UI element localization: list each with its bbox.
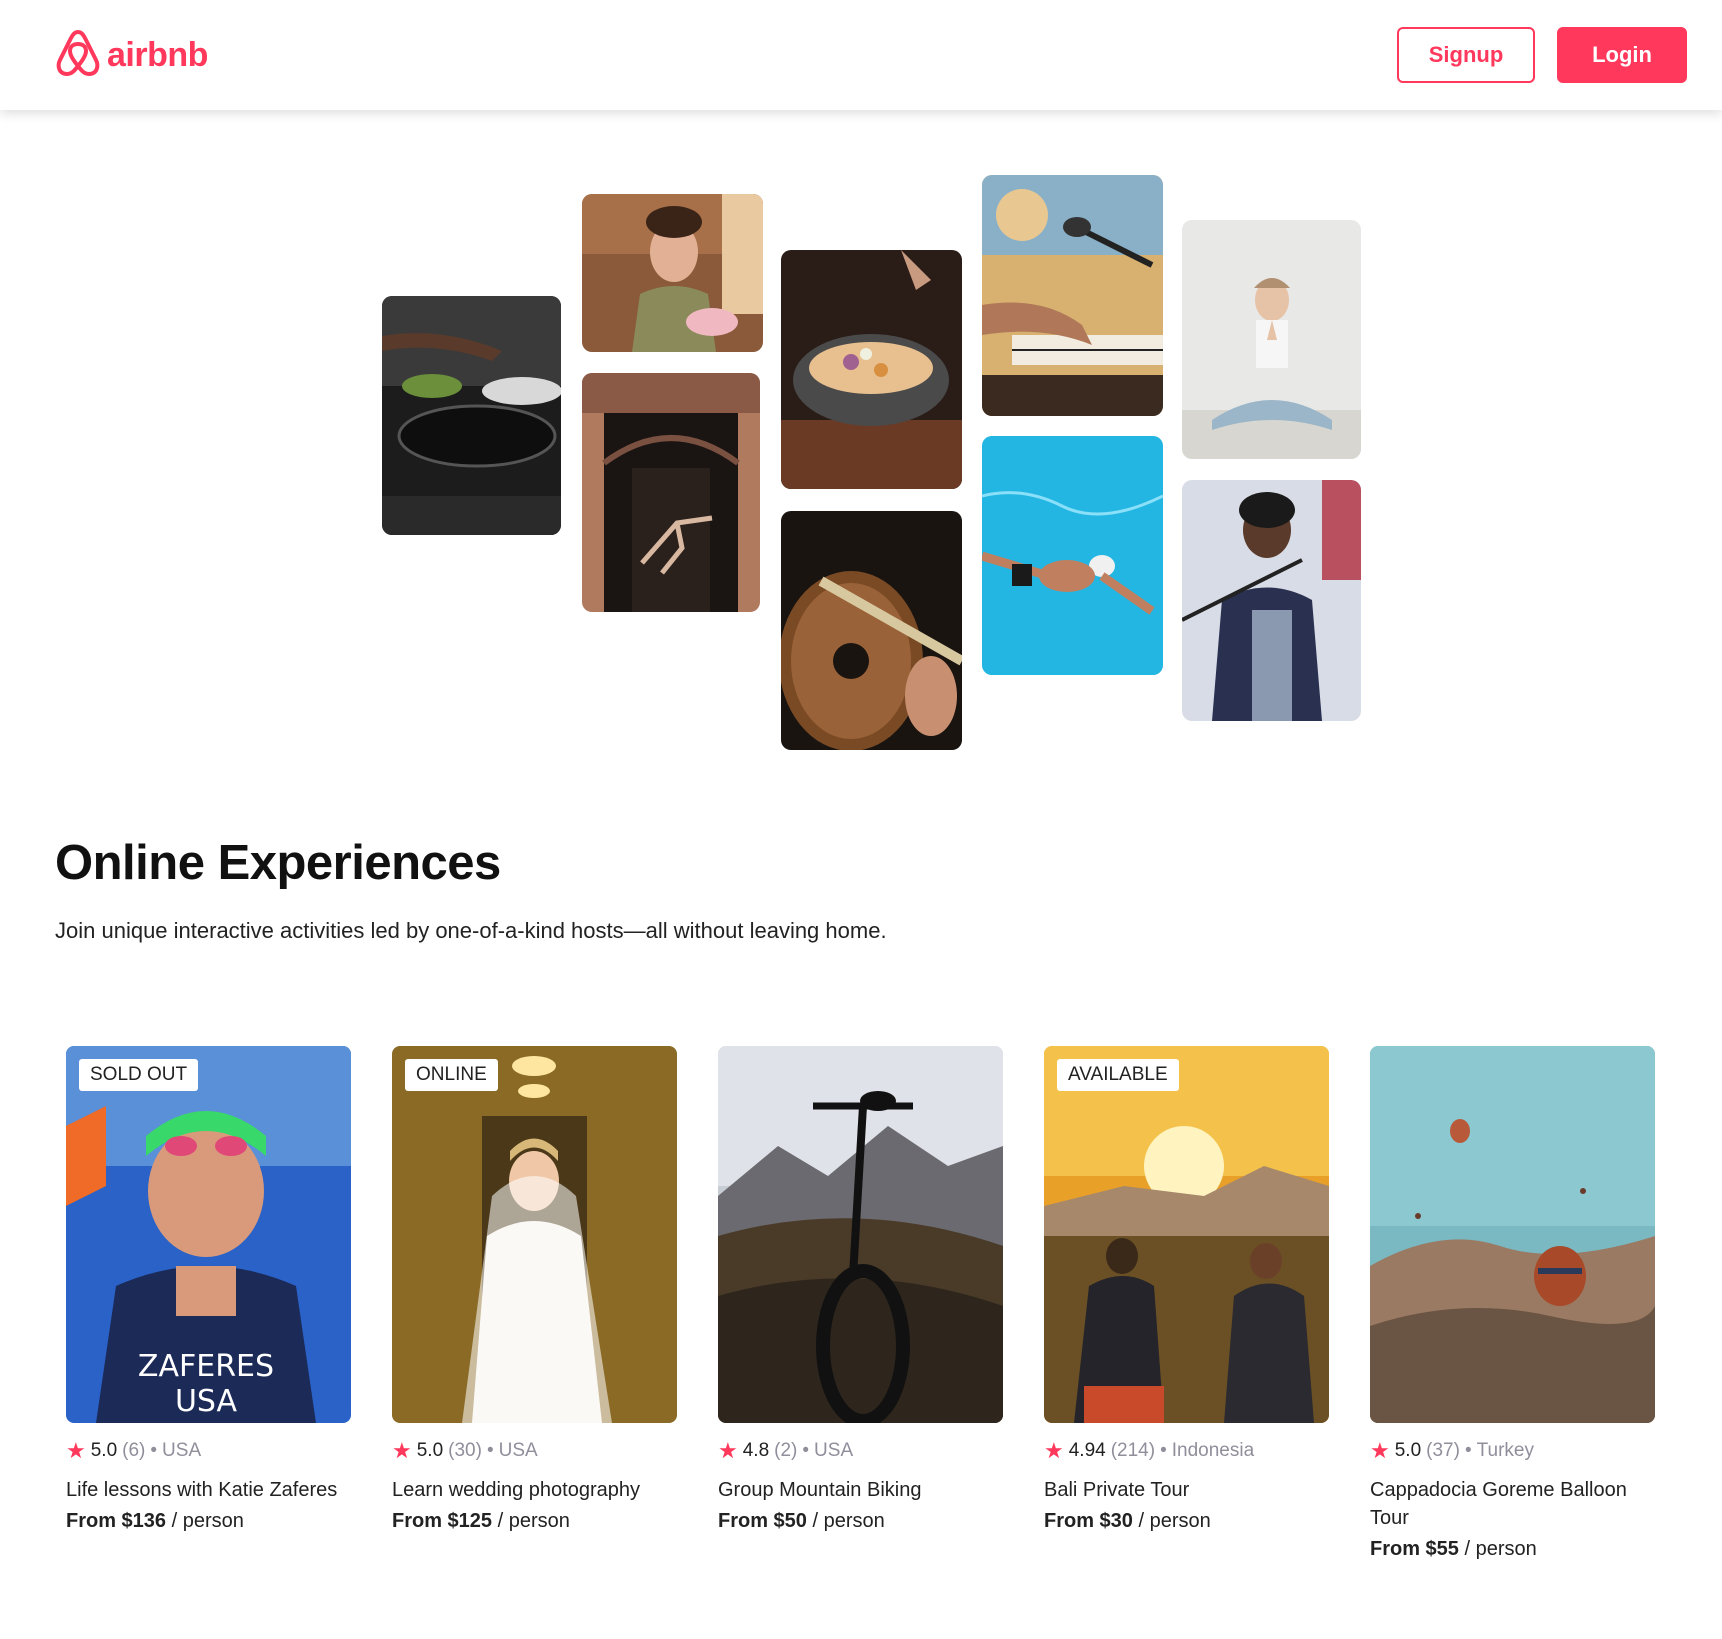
status-badge: SOLD OUT [79, 1059, 199, 1091]
bride-image [392, 1046, 677, 1423]
rating: 5.0 [416, 1440, 444, 1461]
review-count: (2) [774, 1440, 798, 1461]
star-icon: ★ [392, 1438, 412, 1463]
card-title: Cappadocia Goreme Balloon Tour [1370, 1479, 1627, 1529]
svg-text:ZAFERES: ZAFERES [138, 1349, 274, 1384]
price-unit: / person [166, 1510, 244, 1532]
location: USA [814, 1440, 854, 1461]
location: Indonesia [1171, 1440, 1255, 1461]
card-title: Group Mountain Biking [718, 1479, 922, 1501]
rating: 4.8 [742, 1440, 770, 1461]
gallery-photo-meditating [1182, 220, 1361, 459]
mountain-bike-image [718, 1046, 1003, 1423]
triathlete-image: ZAFERES USA [66, 1046, 351, 1423]
card-image[interactable]: ZAFERES USA SOLD OUT [66, 1046, 351, 1423]
price-unit: / person [492, 1510, 570, 1532]
location: Turkey [1476, 1440, 1534, 1461]
card-stats: ★ 5.0 (30) • USA [392, 1440, 677, 1462]
experience-card[interactable]: ZAFERES USA SOLD OUT ★ 5.0 (6) • USA Lif… [66, 1046, 351, 1561]
page-title: Online Experiences [55, 836, 501, 890]
card-title: Life lessons with Katie Zaferes [66, 1479, 338, 1501]
gallery-photo-cooking-pans [382, 296, 561, 535]
star-icon: ★ [1370, 1438, 1390, 1463]
card-image[interactable]: AVAILABLE [1044, 1046, 1329, 1423]
card-image[interactable]: ONLINE [392, 1046, 677, 1423]
separator-dot: • [150, 1440, 158, 1461]
rating: 5.0 [1394, 1440, 1422, 1461]
hero-photo-grid [0, 0, 1722, 760]
gallery-photo-food-bowl [781, 250, 962, 489]
price-amount: From $55 [1370, 1538, 1459, 1560]
review-count: (214) [1110, 1440, 1156, 1461]
separator-dot: • [802, 1440, 810, 1461]
status-badge: ONLINE [405, 1059, 498, 1091]
price-amount: From $136 [66, 1510, 167, 1532]
price-amount: From $125 [392, 1510, 493, 1532]
card-stats: ★ 5.0 (6) • USA [66, 1440, 351, 1462]
price-amount: From $30 [1044, 1510, 1133, 1532]
review-count: (6) [122, 1440, 146, 1461]
price-amount: From $50 [718, 1510, 807, 1532]
login-button[interactable]: Login [1557, 27, 1687, 83]
price-unit: / person [806, 1510, 885, 1532]
location: USA [162, 1440, 202, 1461]
experience-card[interactable]: AVAILABLE ★ 4.94 (214) • Indonesia Bali … [1044, 1046, 1329, 1561]
gallery-photo-singer [1182, 480, 1361, 721]
gallery-photo-woman-macarons [582, 194, 763, 352]
separator-dot: • [1160, 1440, 1167, 1461]
sunrise-tour-image [1044, 1046, 1329, 1423]
review-count: (30) [448, 1440, 482, 1461]
separator-dot: • [1464, 1440, 1472, 1461]
price-unit: / person [1458, 1538, 1537, 1560]
card-price: From $55 / person [1370, 1538, 1655, 1561]
card-stats: ★ 5.0 (37) • Turkey [1370, 1440, 1655, 1462]
airbnb-belo-icon [55, 28, 101, 83]
card-image[interactable] [1370, 1046, 1655, 1423]
brand-name: airbnb [107, 35, 208, 74]
rating: 5.0 [90, 1440, 118, 1461]
card-stats: ★ 4.8 (2) • USA [718, 1440, 1003, 1462]
card-image[interactable] [718, 1046, 1003, 1423]
gallery-photo-guitar [781, 511, 962, 750]
svg-text:USA: USA [175, 1384, 238, 1419]
star-icon: ★ [1044, 1438, 1064, 1463]
card-price: From $50 / person [718, 1510, 1003, 1533]
experience-card[interactable]: ★ 4.8 (2) • USA Group Mountain Biking Fr… [718, 1046, 1003, 1561]
review-count: (37) [1426, 1440, 1460, 1461]
signup-button[interactable]: Signup [1397, 27, 1535, 83]
separator-dot: • [486, 1440, 494, 1461]
experience-card[interactable]: ONLINE ★ 5.0 (30) • USA Learn wedding ph… [392, 1046, 677, 1561]
card-price: From $136 / person [66, 1510, 351, 1533]
card-price: From $30 / person [1044, 1510, 1329, 1533]
experience-card[interactable]: ★ 5.0 (37) • Turkey Cappadocia Goreme Ba… [1370, 1046, 1655, 1561]
card-title: Bali Private Tour [1044, 1479, 1190, 1501]
navbar: airbnb Signup Login [0, 0, 1722, 110]
gallery-photo-swimmer [982, 436, 1163, 675]
star-icon: ★ [718, 1438, 738, 1463]
price-unit: / person [1132, 1510, 1211, 1532]
balloon-tour-image [1370, 1046, 1655, 1423]
card-price: From $125 / person [392, 1510, 677, 1533]
star-icon: ★ [66, 1438, 86, 1463]
rating: 4.94 [1068, 1440, 1106, 1461]
card-title: Learn wedding photography [392, 1479, 640, 1501]
gallery-photo-dancer-doorway [582, 373, 760, 612]
location: USA [498, 1440, 538, 1461]
page-subtitle: Join unique interactive activities led b… [55, 918, 887, 943]
airbnb-logo[interactable]: airbnb [55, 28, 208, 83]
status-badge: AVAILABLE [1057, 1059, 1179, 1091]
gallery-photo-piano-mic [982, 175, 1163, 416]
experience-cards: ZAFERES USA SOLD OUT ★ 5.0 (6) • USA Lif… [66, 1046, 1686, 1561]
card-stats: ★ 4.94 (214) • Indonesia [1044, 1440, 1329, 1462]
nav-actions: Signup Login [1397, 27, 1687, 83]
